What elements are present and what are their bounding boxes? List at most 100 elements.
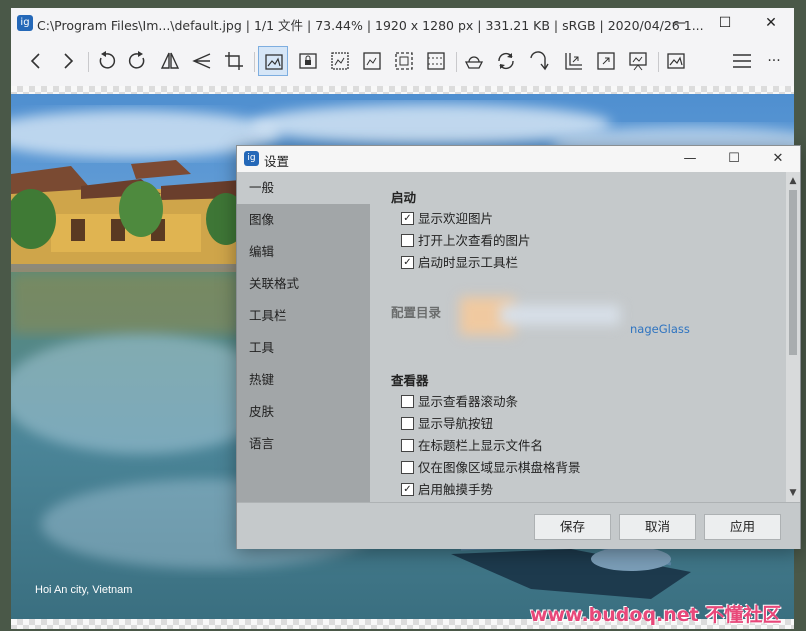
checkbox-checkerboard-image-only[interactable]: 仅在图像区域显示棋盘格背景 bbox=[401, 457, 581, 477]
scale-to-width-icon bbox=[331, 52, 349, 70]
checkbox-show-scrollbars[interactable]: 显示查看器滚动条 bbox=[401, 391, 518, 411]
rotate-left-button[interactable] bbox=[91, 46, 121, 76]
goto-image-button[interactable] bbox=[523, 46, 553, 76]
scale-to-fill-button[interactable] bbox=[421, 46, 451, 76]
crop-button[interactable] bbox=[219, 46, 249, 76]
open-with-button[interactable] bbox=[459, 46, 489, 76]
flip-vertical-button[interactable] bbox=[187, 46, 217, 76]
auto-zoom-button[interactable] bbox=[258, 46, 288, 76]
next-image-button[interactable] bbox=[53, 46, 83, 76]
checkbox-box[interactable] bbox=[401, 417, 414, 430]
checkbox-box[interactable]: ✓ bbox=[401, 483, 414, 496]
settings-nav: 一般 图像 编辑 关联格式 工具栏 工具 热键 皮肤 语言 bbox=[237, 172, 370, 502]
nav-item-file-associations[interactable]: 关联格式 bbox=[237, 268, 370, 300]
more-button[interactable]: ··· bbox=[759, 46, 789, 76]
scale-to-fill-icon bbox=[427, 52, 445, 70]
nav-item-image[interactable]: 图像 bbox=[237, 204, 370, 236]
apply-button[interactable]: 应用 bbox=[704, 514, 781, 540]
checkbox-label: 在标题栏上显示文件名 bbox=[418, 438, 544, 453]
rotate-right-icon bbox=[128, 51, 145, 69]
nav-item-hotkeys[interactable]: 热键 bbox=[237, 364, 370, 396]
crop-icon bbox=[225, 52, 243, 70]
checkbox-box[interactable] bbox=[401, 439, 414, 452]
fullscreen-button[interactable] bbox=[591, 46, 621, 76]
checkbox-label: 显示导航按钮 bbox=[418, 416, 494, 431]
checkbox-show-welcome[interactable]: ✓ 显示欢迎图片 bbox=[401, 208, 493, 228]
set-wallpaper-icon bbox=[667, 53, 685, 69]
rotate-left-icon bbox=[99, 51, 116, 69]
maximize-button[interactable]: ☐ bbox=[702, 8, 748, 38]
minimize-button[interactable]: — bbox=[656, 8, 702, 38]
section-title-viewer: 查看器 bbox=[391, 373, 429, 388]
toolbar-separator bbox=[456, 52, 457, 72]
scale-to-width-button[interactable] bbox=[325, 46, 355, 76]
checkbox-label: 显示查看器滚动条 bbox=[418, 394, 519, 409]
nav-item-tools[interactable]: 工具 bbox=[237, 332, 370, 364]
main-menu-button[interactable] bbox=[727, 46, 757, 76]
settings-dialog: ig 设置 — ☐ ✕ 一般 图像 编辑 关联格式 工具栏 工具 热键 皮肤 语… bbox=[236, 145, 801, 549]
section-title-config-dir: 配置目录 bbox=[391, 305, 442, 320]
set-wallpaper-button[interactable] bbox=[661, 46, 691, 76]
checkbox-label: 打开上次查看的图片 bbox=[418, 233, 531, 248]
config-dir-link[interactable]: nageGlass bbox=[630, 322, 690, 336]
frameless-icon bbox=[565, 53, 582, 70]
open-with-icon bbox=[464, 56, 484, 69]
dialog-app-icon: ig bbox=[244, 151, 259, 166]
checkbox-filename-in-title[interactable]: 在标题栏上显示文件名 bbox=[401, 435, 543, 455]
scale-to-fit-icon bbox=[395, 52, 413, 70]
toolbar-separator bbox=[88, 52, 89, 72]
prev-image-button[interactable] bbox=[21, 46, 51, 76]
checkbox-box[interactable]: ✓ bbox=[401, 212, 414, 225]
checkbox-box[interactable] bbox=[401, 234, 414, 247]
settings-panel: 启动 ✓ 显示欢迎图片 打开上次查看的图片 ✓ 启动时显示工具栏 配置目录 nage… bbox=[370, 172, 786, 502]
auto-zoom-icon bbox=[265, 54, 283, 70]
image-caption: Hoi An city, Vietnam bbox=[35, 584, 133, 596]
title-bar: ig C:\Program Files\Im...\default.jpg | … bbox=[11, 8, 794, 38]
frameless-button[interactable] bbox=[559, 46, 589, 76]
checkbox-show-toolbar-on-start[interactable]: ✓ 启动时显示工具栏 bbox=[401, 252, 518, 272]
nav-item-skin[interactable]: 皮肤 bbox=[237, 396, 370, 428]
flip-horizontal-icon bbox=[160, 52, 180, 69]
toolbar-separator bbox=[658, 52, 659, 72]
scroll-down-icon[interactable]: ▼ bbox=[786, 486, 800, 500]
rotate-right-button[interactable] bbox=[123, 46, 153, 76]
slideshow-button[interactable] bbox=[623, 46, 653, 76]
checkbox-box[interactable]: ✓ bbox=[401, 256, 414, 269]
refresh-button[interactable] bbox=[491, 46, 521, 76]
app-icon: ig bbox=[17, 15, 33, 31]
checkbox-show-nav-buttons[interactable]: 显示导航按钮 bbox=[401, 413, 493, 433]
toolbar: ··· bbox=[11, 38, 794, 86]
checkbox-label: 仅在图像区域显示棋盘格背景 bbox=[418, 460, 581, 475]
section-title-startup: 启动 bbox=[391, 190, 417, 205]
checkbox-touch-gestures[interactable]: ✓ 启用触摸手势 bbox=[401, 479, 493, 499]
nav-item-language[interactable]: 语言 bbox=[237, 428, 370, 460]
nav-item-edit[interactable]: 编辑 bbox=[237, 236, 370, 268]
dialog-maximize-button[interactable]: ☐ bbox=[712, 146, 756, 172]
nav-filler bbox=[237, 460, 370, 502]
checkbox-label: 启用触摸手势 bbox=[418, 482, 494, 497]
cancel-button[interactable]: 取消 bbox=[619, 514, 696, 540]
nav-item-toolbar[interactable]: 工具栏 bbox=[237, 300, 370, 332]
lock-zoom-button[interactable] bbox=[293, 46, 323, 76]
checkbox-box[interactable] bbox=[401, 461, 414, 474]
dialog-close-button[interactable]: ✕ bbox=[756, 146, 800, 172]
watermark: www.budoq.net 不懂社区 bbox=[530, 604, 782, 626]
scrollbar-thumb[interactable] bbox=[789, 190, 797, 355]
checkbox-box[interactable] bbox=[401, 395, 414, 408]
dialog-title-bar: ig 设置 — ☐ ✕ bbox=[237, 146, 800, 172]
scale-to-height-button[interactable] bbox=[357, 46, 387, 76]
save-button[interactable]: 保存 bbox=[534, 514, 611, 540]
next-image-icon bbox=[64, 53, 74, 69]
checkbox-open-last-image[interactable]: 打开上次查看的图片 bbox=[401, 230, 531, 250]
window-title: C:\Program Files\Im...\default.jpg | 1/1… bbox=[37, 18, 704, 33]
flip-horizontal-button[interactable] bbox=[155, 46, 185, 76]
scale-to-height-icon bbox=[363, 52, 381, 70]
redacted-path-blur bbox=[460, 297, 620, 335]
settings-scrollbar[interactable]: ▲ ▼ bbox=[786, 172, 800, 502]
nav-item-general[interactable]: 一般 bbox=[237, 172, 370, 204]
scale-to-fit-button[interactable] bbox=[389, 46, 419, 76]
dialog-minimize-button[interactable]: — bbox=[668, 146, 712, 172]
scroll-up-icon[interactable]: ▲ bbox=[786, 174, 800, 188]
slideshow-icon bbox=[629, 52, 647, 71]
close-button[interactable]: ✕ bbox=[748, 8, 794, 38]
